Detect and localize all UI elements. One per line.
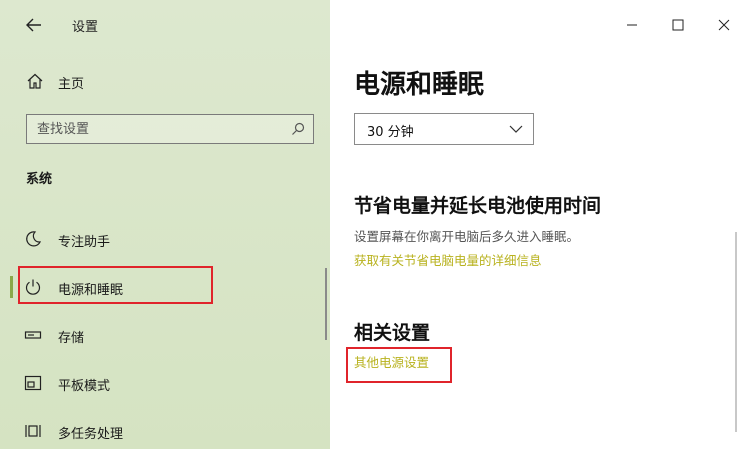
sidebar-item-multitasking[interactable]: 多任务处理: [0, 412, 320, 449]
back-arrow-icon: [26, 18, 41, 32]
sidebar-item-focus-assist[interactable]: 专注助手: [0, 220, 320, 258]
minimize-button[interactable]: [609, 0, 655, 50]
chevron-down-icon: [509, 125, 523, 133]
sidebar-item-label: 存储: [58, 331, 85, 346]
title-bar: 设置: [0, 0, 330, 50]
close-icon: [718, 19, 730, 31]
search-input[interactable]: [27, 115, 283, 143]
maximize-icon: [672, 19, 684, 31]
moon-icon: [26, 231, 42, 247]
sidebar: 设置 主页 系统 专注助手: [0, 0, 330, 449]
sidebar-item-label: 专注助手: [58, 235, 111, 250]
battery-info-link[interactable]: 获取有关节省电脑电量的详细信息: [354, 250, 542, 269]
section-title: 系统: [26, 172, 53, 187]
sidebar-scrollbar[interactable]: [325, 268, 327, 340]
close-button[interactable]: [701, 0, 747, 50]
sidebar-item-storage[interactable]: 存储: [0, 316, 320, 354]
main-scrollbar[interactable]: [735, 232, 737, 432]
battery-section-description: 设置屏幕在你离开电脑后多久进入睡眠。: [354, 229, 580, 244]
additional-power-settings-link[interactable]: 其他电源设置: [354, 352, 429, 371]
sidebar-item-home[interactable]: 主页: [0, 66, 330, 96]
page-title: 电源和睡眠: [354, 70, 485, 100]
sidebar-item-tablet-mode[interactable]: 平板模式: [0, 364, 320, 402]
dropdown-value: 30 分钟: [367, 125, 414, 140]
main-content: 电源和睡眠 30 分钟 节省电量并延长电池使用时间 设置屏幕在你离开电脑后多久进…: [330, 0, 747, 449]
home-icon: [27, 73, 43, 89]
sidebar-item-label: 主页: [58, 77, 85, 92]
battery-section-heading: 节省电量并延长电池使用时间: [354, 195, 602, 217]
search-box: [26, 114, 314, 144]
minimize-icon: [627, 24, 637, 26]
selection-indicator: [10, 276, 13, 298]
sleep-timeout-dropdown[interactable]: 30 分钟: [354, 113, 534, 145]
window-controls: [609, 0, 747, 50]
power-icon: [25, 279, 41, 295]
sidebar-item-label: 多任务处理: [58, 427, 124, 442]
related-settings-heading: 相关设置: [354, 322, 431, 344]
sidebar-item-label: 电源和睡眠: [58, 283, 124, 298]
back-button[interactable]: [20, 12, 48, 38]
sidebar-item-power-sleep[interactable]: 电源和睡眠: [0, 268, 320, 306]
search-icon[interactable]: [291, 122, 305, 136]
multitasking-icon: [25, 425, 41, 437]
maximize-button[interactable]: [655, 0, 701, 50]
tablet-mode-icon: [24, 375, 42, 391]
sidebar-item-label: 平板模式: [58, 379, 111, 394]
storage-icon: [24, 331, 42, 339]
settings-window: 设置 主页 系统 专注助手: [0, 0, 747, 449]
app-title: 设置: [72, 20, 99, 35]
